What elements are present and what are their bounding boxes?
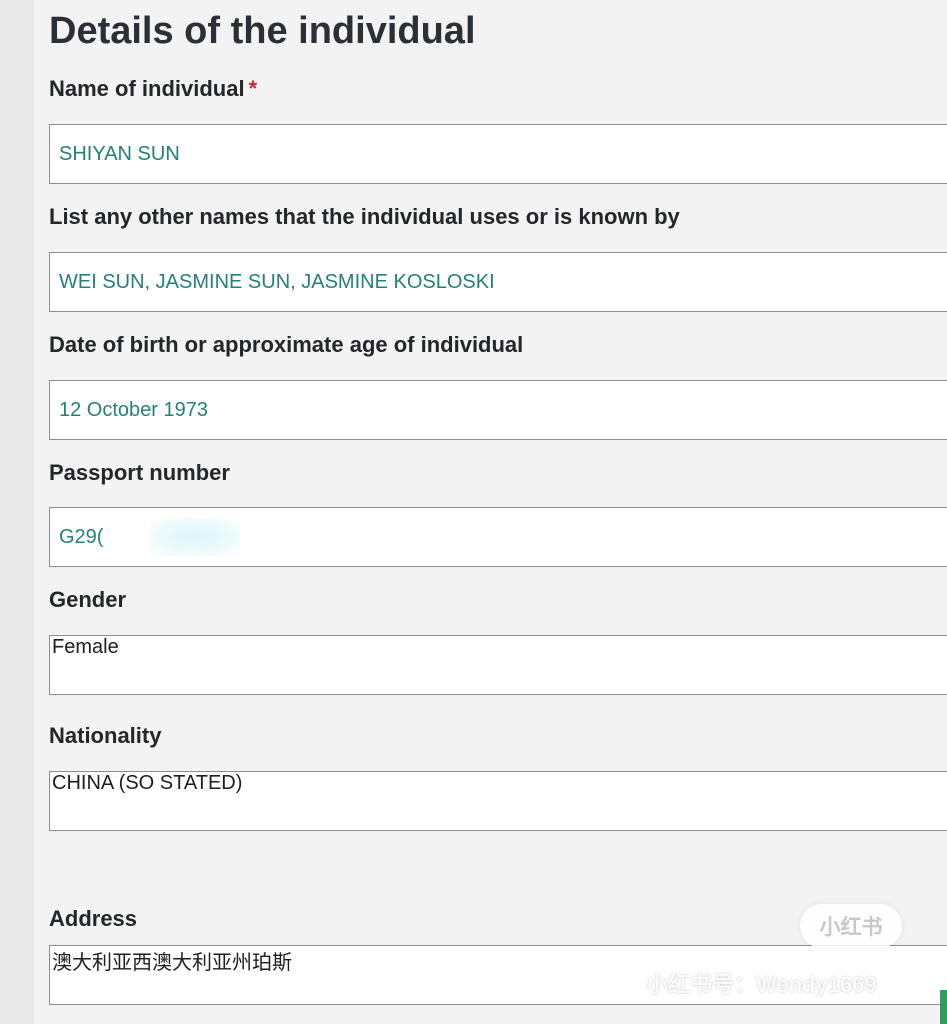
other-names-label: List any other names that the individual… [49,204,680,229]
address-label: Address [49,906,138,931]
section-title: Details of the individual [49,10,476,52]
gender-label: Gender [49,587,127,612]
dob-label: Date of birth or approximate age of indi… [49,332,524,357]
name-label: Name of individual [49,76,245,101]
redaction-blur [150,518,240,556]
other-names-value: WEI SUN, JASMINE SUN, JASMINE KOSLOSKI [59,271,495,293]
gender-field[interactable]: Female [49,635,947,695]
form-page: Details of the individual Name of indivi… [0,0,947,1024]
nationality-value: CHINA (SO STATED) [52,772,243,794]
nationality-label: Nationality [49,723,162,748]
nationality-field[interactable]: CHINA (SO STATED) [49,771,947,831]
name-field[interactable]: SHIYAN SUN [49,124,947,184]
passport-label: Passport number [49,460,230,485]
passport-field[interactable]: G29( [49,507,947,567]
dob-field[interactable]: 12 October 1973 [49,380,947,440]
watermark-badge: 小红书 [800,904,902,948]
passport-value: G29( [59,526,104,548]
name-value: SHIYAN SUN [59,143,180,165]
left-margin [0,0,34,1024]
name-label-row: Name of individual * [49,76,257,102]
watermark-text: 小红书号：Wendy1669 [646,972,877,997]
edge-artifact [940,990,947,1024]
dob-value: 12 October 1973 [59,399,208,421]
gender-value: Female [52,636,119,658]
other-names-field[interactable]: WEI SUN, JASMINE SUN, JASMINE KOSLOSKI [49,252,947,312]
address-value: 澳大利亚西澳大利亚州珀斯 [52,952,292,974]
required-marker: * [248,76,258,101]
